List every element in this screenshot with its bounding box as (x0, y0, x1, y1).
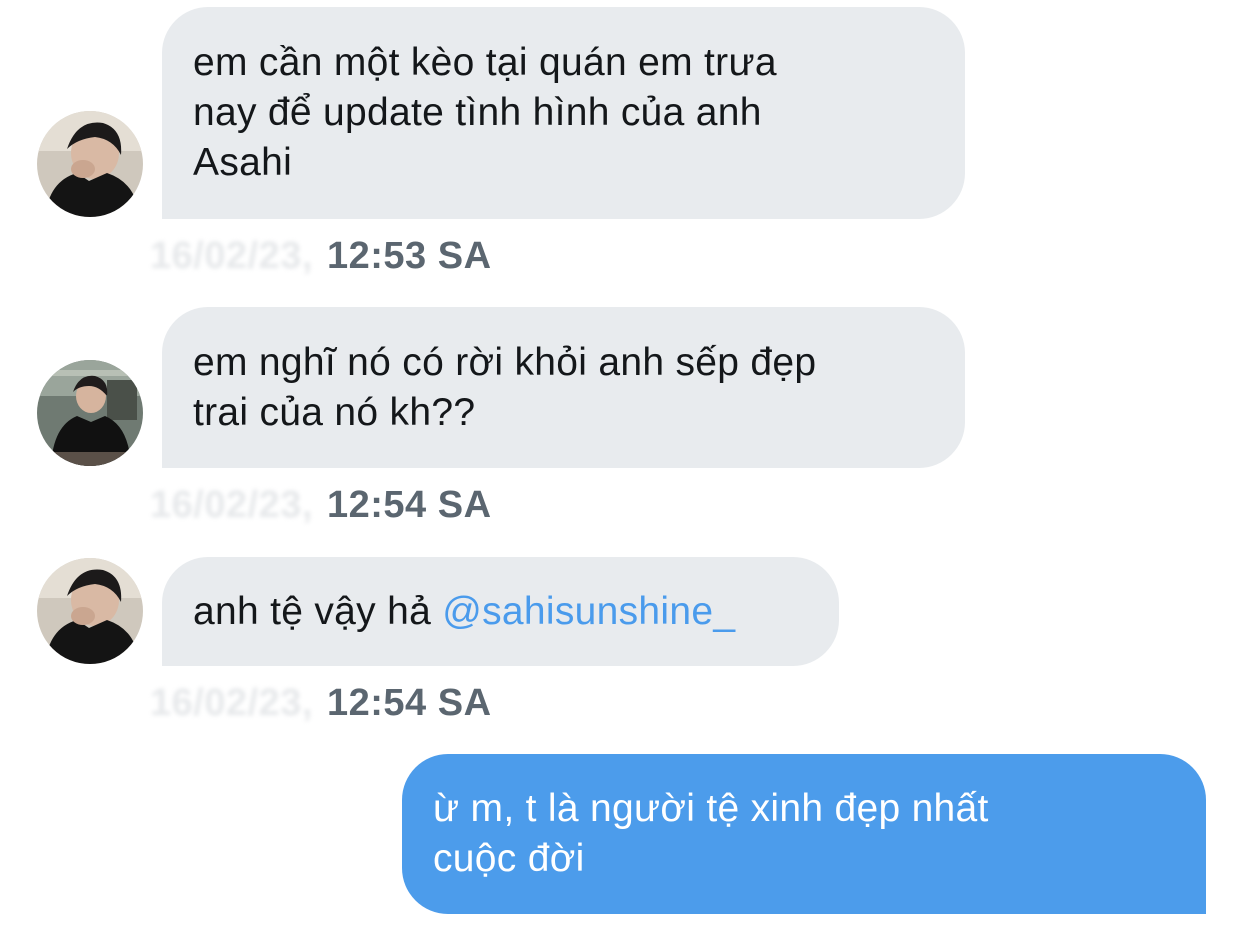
sender-avatar[interactable] (37, 558, 143, 664)
message-date: 16/02/23, (150, 484, 313, 526)
message-timestamp: 16/02/23, 12:53 SA (150, 234, 492, 278)
message-text-line: ừ m, t là người tệ xinh đẹp nhất (433, 787, 989, 830)
message-date: 16/02/23, (150, 235, 313, 277)
message-text-line: cuộc đời (433, 837, 585, 880)
sender-avatar[interactable] (37, 111, 143, 217)
message-text: anh tệ vậy hả (193, 589, 443, 633)
message-text-line: anh tệ vậy hả @sahisunshine_ (193, 587, 808, 637)
sender-avatar[interactable] (37, 360, 143, 466)
incoming-message-bubble[interactable]: anh tệ vậy hả @sahisunshine_ (162, 557, 839, 666)
message-text-line: trai của nó kh?? (193, 390, 476, 434)
message-timestamp: 16/02/23, 12:54 SA (150, 681, 492, 725)
incoming-message-bubble[interactable]: em nghĩ nó có rời khỏi anh sếp đẹp trai … (162, 307, 965, 468)
incoming-message-bubble[interactable]: em cần một kèo tại quán em trưa nay để u… (162, 7, 965, 219)
message-timestamp: 16/02/23, 12:54 SA (150, 483, 492, 527)
user-mention-link[interactable]: @sahisunshine_ (442, 590, 735, 633)
message-text-line: nay để update tình hình của anh (193, 91, 762, 134)
message-text-line: em cần một kèo tại quán em trưa (193, 41, 777, 84)
message-date: 16/02/23, (150, 682, 313, 724)
outgoing-message-bubble[interactable]: ừ m, t là người tệ xinh đẹp nhất cuộc đờ… (402, 754, 1206, 914)
message-time: 12:54 SA (326, 484, 492, 526)
person-avatar-icon (37, 360, 143, 466)
message-time: 12:53 SA (326, 235, 492, 277)
message-text-line: Asahi (193, 141, 293, 184)
person-avatar-icon (37, 111, 143, 217)
message-text-line: em nghĩ nó có rời khỏi anh sếp đẹp (193, 340, 817, 384)
message-time: 12:54 SA (326, 682, 492, 724)
person-avatar-icon (37, 558, 143, 664)
